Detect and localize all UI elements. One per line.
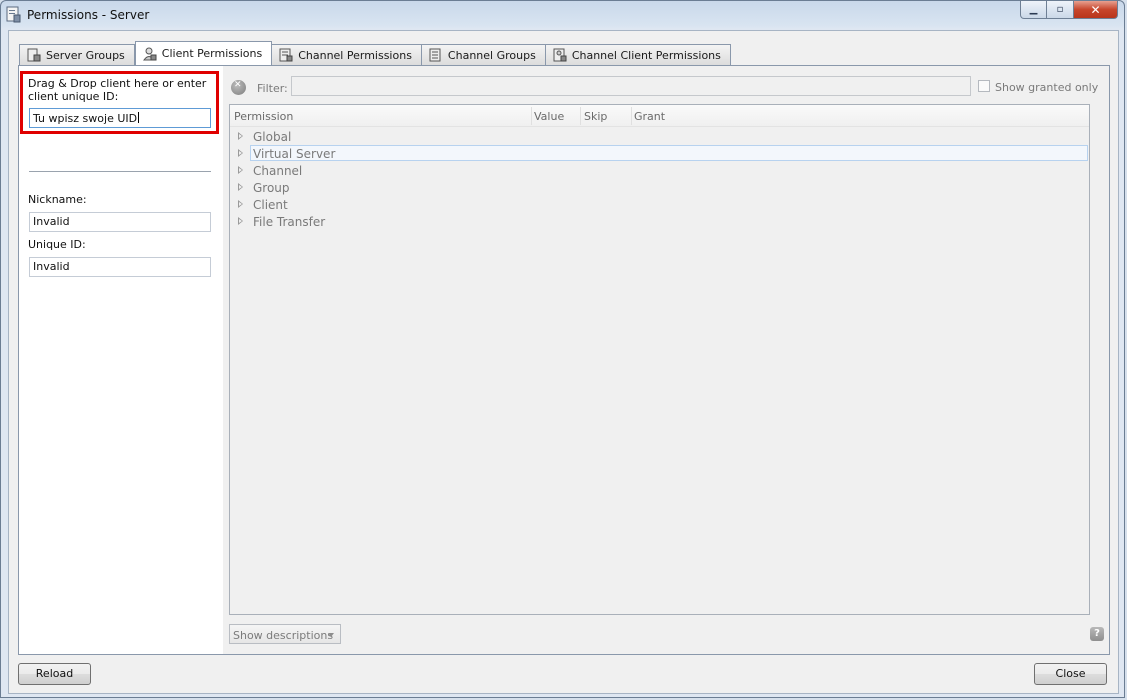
window-close-button[interactable]: ✕ [1074,1,1118,19]
text-caret [138,112,140,123]
tab-label: Channel Client Permissions [571,48,721,62]
dialog-body: Server Groups Client Permissions Channel… [8,30,1119,694]
maximize-button[interactable]: ▫ [1047,1,1074,19]
tab-server-groups[interactable]: Server Groups [19,44,135,65]
clear-filter-icon[interactable] [231,80,246,95]
column-header-permission[interactable]: Permission [234,110,293,123]
tree-row-label: File Transfer [253,215,326,229]
expand-arrow-icon[interactable] [238,166,243,174]
channel-permissions-icon [279,48,293,62]
close-icon: ✕ [1090,2,1101,17]
expand-arrow-icon[interactable] [238,149,243,157]
tab-label: Channel Groups [447,48,536,62]
tree-row-label: Channel [253,164,303,178]
expand-arrow-icon[interactable] [238,132,243,140]
column-divider[interactable] [631,107,632,125]
expand-arrow-icon[interactable] [238,200,243,208]
row-selection-highlight [250,145,1088,161]
tree-row-label: Group [253,181,290,195]
close-button[interactable]: Close [1034,663,1107,685]
tree-row-channel[interactable]: Channel [230,163,1089,179]
chevron-down-icon [328,633,334,637]
client-permissions-icon [142,47,157,61]
client-uid-input[interactable]: Tu wpisz swoje UID [29,108,211,128]
window-title: Permissions - Server [27,8,150,22]
tab-label: Channel Permissions [298,48,412,62]
help-icon[interactable]: ? [1090,627,1104,641]
tree-row-group[interactable]: Group [230,180,1089,196]
client-info-column: Drag & Drop client here or enter client … [19,66,223,654]
tab-label: Server Groups [46,48,125,62]
unique-id-field[interactable]: Invalid [29,257,211,277]
tab-channel-permissions[interactable]: Channel Permissions [272,44,422,65]
column-header-grant[interactable]: Grant [634,110,665,123]
permissions-column: Filter: Show granted only Permission Val… [229,66,1109,654]
show-granted-checkbox[interactable] [978,80,990,92]
tree-row-client[interactable]: Client [230,197,1089,213]
unique-id-label: Unique ID: [28,238,86,251]
show-granted-label[interactable]: Show granted only [995,81,1098,94]
column-header-skip[interactable]: Skip [584,110,607,123]
tree-row-label: Client [253,198,288,212]
minimize-icon: ▁ [1029,4,1038,15]
tab-channel-client-permissions[interactable]: Channel Client Permissions [545,44,731,65]
tree-row-global[interactable]: Global [230,129,1089,145]
expand-arrow-icon[interactable] [238,217,243,225]
descriptions-dropdown-value: Show descriptions [233,629,334,642]
expand-arrow-icon[interactable] [238,183,243,191]
reload-button[interactable]: Reload [18,663,91,685]
tree-row-file-transfer[interactable]: File Transfer [230,214,1089,230]
channel-client-permissions-icon [553,48,567,62]
nickname-field[interactable]: Invalid [29,212,211,232]
server-groups-icon [27,48,41,62]
tree-row-virtual-server[interactable]: Virtual Server [230,145,1089,162]
channel-groups-icon [429,48,443,62]
minimize-button[interactable]: ▁ [1020,1,1047,19]
tree-row-label: Global [253,130,292,144]
maximize-icon: ▫ [1056,4,1064,15]
drop-client-label: Drag & Drop client here or enter client … [28,77,207,103]
title-bar[interactable]: Permissions - Server ▁ ▫ ✕ [1,1,1124,29]
filter-input[interactable] [291,76,971,96]
descriptions-dropdown[interactable]: Show descriptions [229,624,341,644]
nickname-label: Nickname: [28,193,87,206]
column-header-value[interactable]: Value [534,110,564,123]
client-uid-value: Tu wpisz swoje UID [33,112,138,125]
tab-bar: Server Groups Client Permissions Channel… [19,41,731,65]
tab-label: Client Permissions [161,47,263,60]
permissions-app-icon [6,6,21,23]
permissions-tree[interactable]: Permission Value Skip Grant Global Virtu… [229,104,1090,615]
tree-row-label: Virtual Server [253,147,336,161]
tab-channel-groups[interactable]: Channel Groups [421,44,546,65]
permissions-window: Permissions - Server ▁ ▫ ✕ Server Groups… [0,0,1125,698]
filter-label: Filter: [257,82,288,95]
client-permissions-panel: Drag & Drop client here or enter client … [18,65,1110,655]
separator-line [29,171,211,172]
tree-header: Permission Value Skip Grant [230,105,1089,127]
column-divider[interactable] [580,107,581,125]
tab-client-permissions[interactable]: Client Permissions [134,41,273,65]
column-divider[interactable] [531,107,532,125]
